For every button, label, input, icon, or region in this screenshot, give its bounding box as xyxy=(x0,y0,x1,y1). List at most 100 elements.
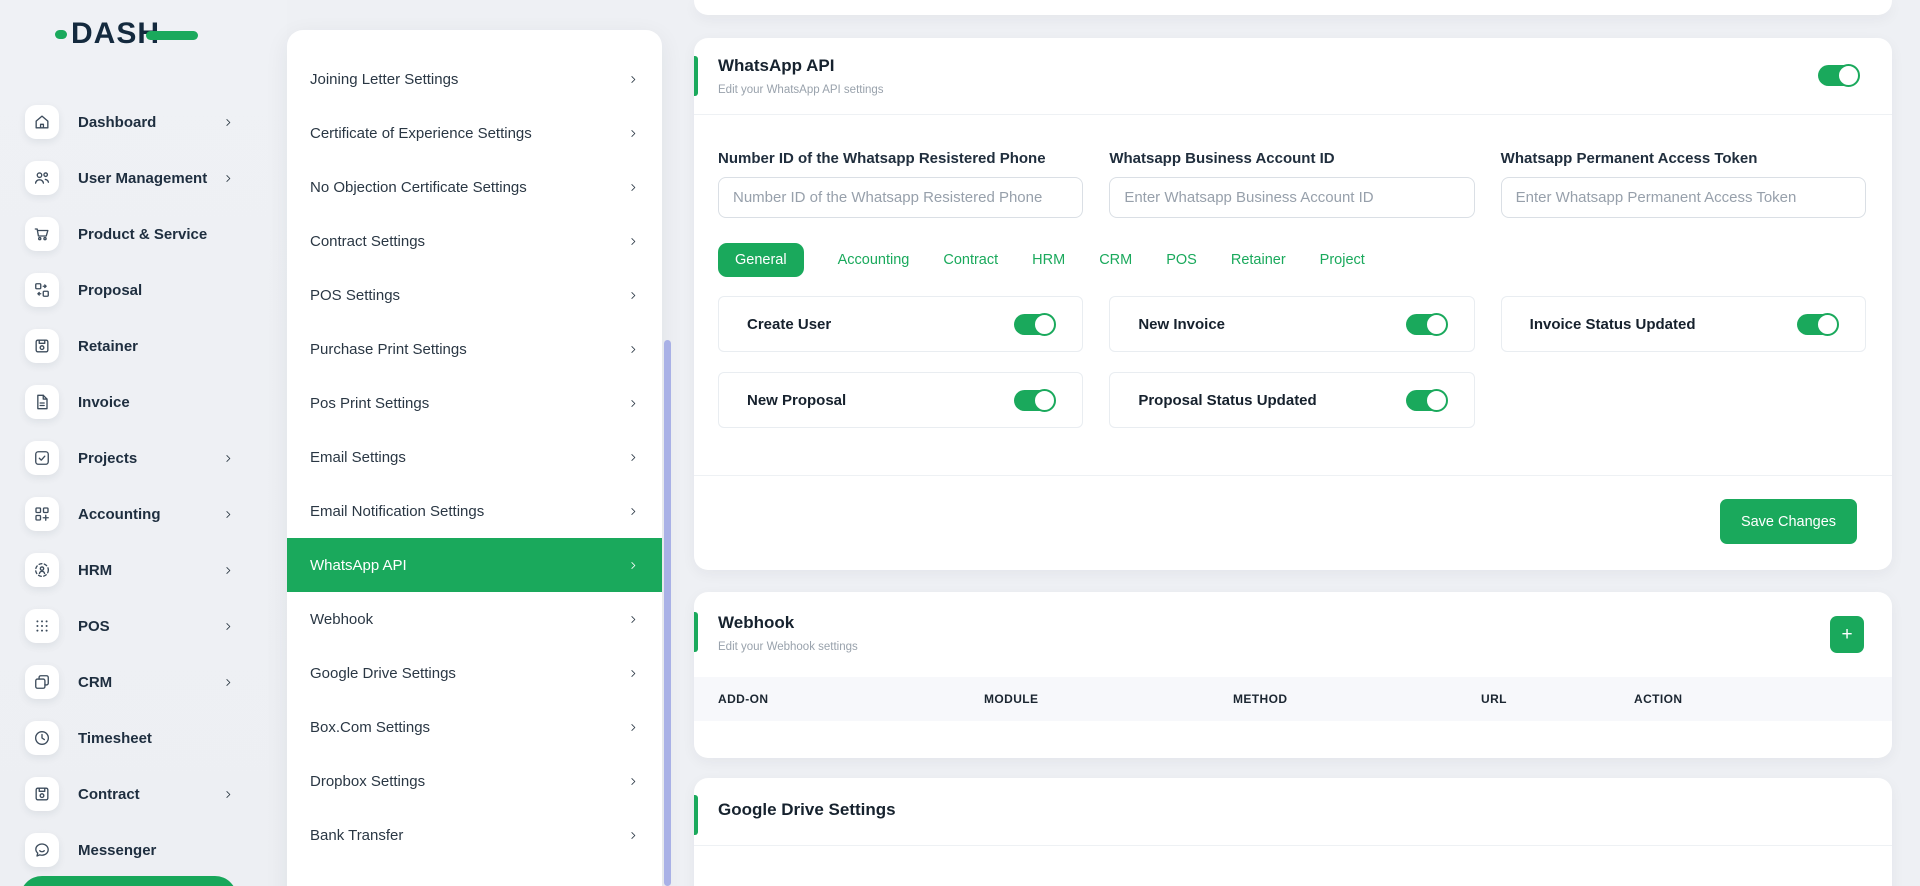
toggle-create-user[interactable] xyxy=(1014,314,1054,335)
whatsapp-enabled-toggle[interactable] xyxy=(1818,65,1858,86)
add-webhook-button[interactable]: + xyxy=(1830,616,1864,653)
webhook-table-header: ADD-ONMODULEMETHODURLACTION xyxy=(694,677,1892,721)
number-id-of-the-whatsapp-resistered-phone-input[interactable] xyxy=(718,177,1083,218)
settings-item-label: Purchase Print Settings xyxy=(310,341,467,358)
chevron-right-icon xyxy=(627,775,640,788)
whatsapp-fields: Number ID of the Whatsapp Resistered Pho… xyxy=(718,150,1866,218)
settings-panel: Joining Letter SettingsCertificate of Ex… xyxy=(287,30,662,886)
sidebar-item-proposal[interactable]: Proposal xyxy=(0,262,287,318)
field-label: Number ID of the Whatsapp Resistered Pho… xyxy=(718,150,1083,167)
tab-general[interactable]: General xyxy=(718,243,804,277)
settings-item-dropbox-settings[interactable]: Dropbox Settings xyxy=(287,754,662,808)
card-accent-bar xyxy=(694,612,698,652)
sidebar-item-crm[interactable]: CRM xyxy=(0,654,287,710)
column-header-url: URL xyxy=(1481,692,1634,706)
column-header-module: MODULE xyxy=(984,692,1233,706)
sidebar-bottom-button[interactable] xyxy=(20,876,237,886)
settings-item-email-notification-settings[interactable]: Email Notification Settings xyxy=(287,484,662,538)
card-accent-bar xyxy=(694,56,698,96)
settings-item-label: POS Settings xyxy=(310,287,400,304)
save-changes-button[interactable]: Save Changes xyxy=(1720,499,1857,544)
sidebar-item-retainer[interactable]: Retainer xyxy=(0,318,287,374)
notification-toggle-grid: Create UserNew InvoiceInvoice Status Upd… xyxy=(718,296,1866,428)
sidebar-item-product-service[interactable]: Product & Service xyxy=(0,206,287,262)
settings-item-contract-settings[interactable]: Contract Settings xyxy=(287,214,662,268)
settings-item-purchase-print-settings[interactable]: Purchase Print Settings xyxy=(287,322,662,376)
toggle-proposal-status-updated[interactable] xyxy=(1406,390,1446,411)
check-square-icon xyxy=(25,441,59,475)
chevron-right-icon xyxy=(222,116,235,129)
sidebar-item-label: Dashboard xyxy=(78,114,156,131)
settings-item-label: WhatsApp API xyxy=(310,557,407,574)
grid-plus-icon xyxy=(25,497,59,531)
settings-item-google-drive-settings[interactable]: Google Drive Settings xyxy=(287,646,662,700)
tab-pos[interactable]: POS xyxy=(1166,252,1197,268)
toggle-card-invoice-status-updated: Invoice Status Updated xyxy=(1501,296,1866,352)
sidebar-item-label: Retainer xyxy=(78,338,138,355)
whatsapp-permanent-access-token-input[interactable] xyxy=(1501,177,1866,218)
toggle-new-invoice[interactable] xyxy=(1406,314,1446,335)
sidebar-item-invoice[interactable]: Invoice xyxy=(0,374,287,430)
sidebar-item-label: Messenger xyxy=(78,842,156,859)
copy-icon xyxy=(25,665,59,699)
webhook-card-subtitle: Edit your Webhook settings xyxy=(718,641,858,653)
field-label: Whatsapp Permanent Access Token xyxy=(1501,150,1866,167)
toggle-card-proposal-status-updated: Proposal Status Updated xyxy=(1109,372,1474,428)
settings-item-certificate-of-experience-settings[interactable]: Certificate of Experience Settings xyxy=(287,106,662,160)
sidebar-item-dashboard[interactable]: Dashboard xyxy=(0,94,287,150)
settings-item-label: Pos Print Settings xyxy=(310,395,429,412)
whatsapp-api-card: WhatsApp API Edit your WhatsApp API sett… xyxy=(694,38,1892,570)
sidebar-item-projects[interactable]: Projects xyxy=(0,430,287,486)
logo-dash-accent xyxy=(146,31,198,40)
tab-accounting[interactable]: Accounting xyxy=(838,252,910,268)
toggle-knob xyxy=(1425,313,1448,336)
webhook-card: Webhook Edit your Webhook settings + ADD… xyxy=(694,592,1892,758)
chevron-right-icon xyxy=(627,181,640,194)
sidebar-item-pos[interactable]: POS xyxy=(0,598,287,654)
settings-item-label: Box.Com Settings xyxy=(310,719,430,736)
tab-contract[interactable]: Contract xyxy=(943,252,998,268)
sidebar-item-label: HRM xyxy=(78,562,112,579)
chevron-right-icon xyxy=(627,559,640,572)
sidebar-nav: Dashboard User ManagementProduct & Servic… xyxy=(0,94,287,878)
panel-scrollbar[interactable] xyxy=(664,340,671,886)
settings-item-label: Email Settings xyxy=(310,449,406,466)
toggle-invoice-status-updated[interactable] xyxy=(1797,314,1837,335)
settings-item-box-com-settings[interactable]: Box.Com Settings xyxy=(287,700,662,754)
tab-crm[interactable]: CRM xyxy=(1099,252,1132,268)
app-logo[interactable]: DASH xyxy=(55,14,198,54)
settings-item-whatsapp-api[interactable]: WhatsApp API xyxy=(287,538,662,592)
settings-item-email-settings[interactable]: Email Settings xyxy=(287,430,662,484)
tab-hrm[interactable]: HRM xyxy=(1032,252,1065,268)
settings-item-webhook[interactable]: Webhook xyxy=(287,592,662,646)
main-content: WhatsApp API Edit your WhatsApp API sett… xyxy=(694,0,1892,886)
settings-item-joining-letter-settings[interactable]: Joining Letter Settings xyxy=(287,52,662,106)
sidebar-item-label: Contract xyxy=(78,786,140,803)
clock-icon xyxy=(25,721,59,755)
sidebar-item-user-management[interactable]: User Management xyxy=(0,150,287,206)
module-tabs: General Accounting Contract HRM CRM POS Retain… xyxy=(718,243,1365,277)
chevron-right-icon xyxy=(627,613,640,626)
settings-item-label: Email Notification Settings xyxy=(310,503,484,520)
sidebar-item-contract[interactable]: Contract xyxy=(0,766,287,822)
floppy-icon xyxy=(25,329,59,363)
sidebar-item-timesheet[interactable]: Timesheet xyxy=(0,710,287,766)
toggle-new-proposal[interactable] xyxy=(1014,390,1054,411)
tab-project[interactable]: Project xyxy=(1320,252,1365,268)
whatsapp-business-account-id-input[interactable] xyxy=(1109,177,1474,218)
sidebar-item-accounting[interactable]: Accounting xyxy=(0,486,287,542)
toggle-card-new-proposal: New Proposal xyxy=(718,372,1083,428)
home-icon xyxy=(25,105,59,139)
settings-item-label: Contract Settings xyxy=(310,233,425,250)
field-number-id-of-the-whatsapp-resistered-phone: Number ID of the Whatsapp Resistered Pho… xyxy=(718,150,1083,218)
settings-item-no-objection-certificate-settings[interactable]: No Objection Certificate Settings xyxy=(287,160,662,214)
tab-retainer[interactable]: Retainer xyxy=(1231,252,1286,268)
chevron-right-icon xyxy=(222,172,235,185)
settings-item-bank-transfer[interactable]: Bank Transfer xyxy=(287,808,662,862)
toggle-card-create-user: Create User xyxy=(718,296,1083,352)
sidebar-item-hrm[interactable]: HRM xyxy=(0,542,287,598)
sidebar-item-messenger[interactable]: Messenger xyxy=(0,822,287,878)
settings-item-pos-settings[interactable]: POS Settings xyxy=(287,268,662,322)
cart-icon xyxy=(25,217,59,251)
settings-item-pos-print-settings[interactable]: Pos Print Settings xyxy=(287,376,662,430)
